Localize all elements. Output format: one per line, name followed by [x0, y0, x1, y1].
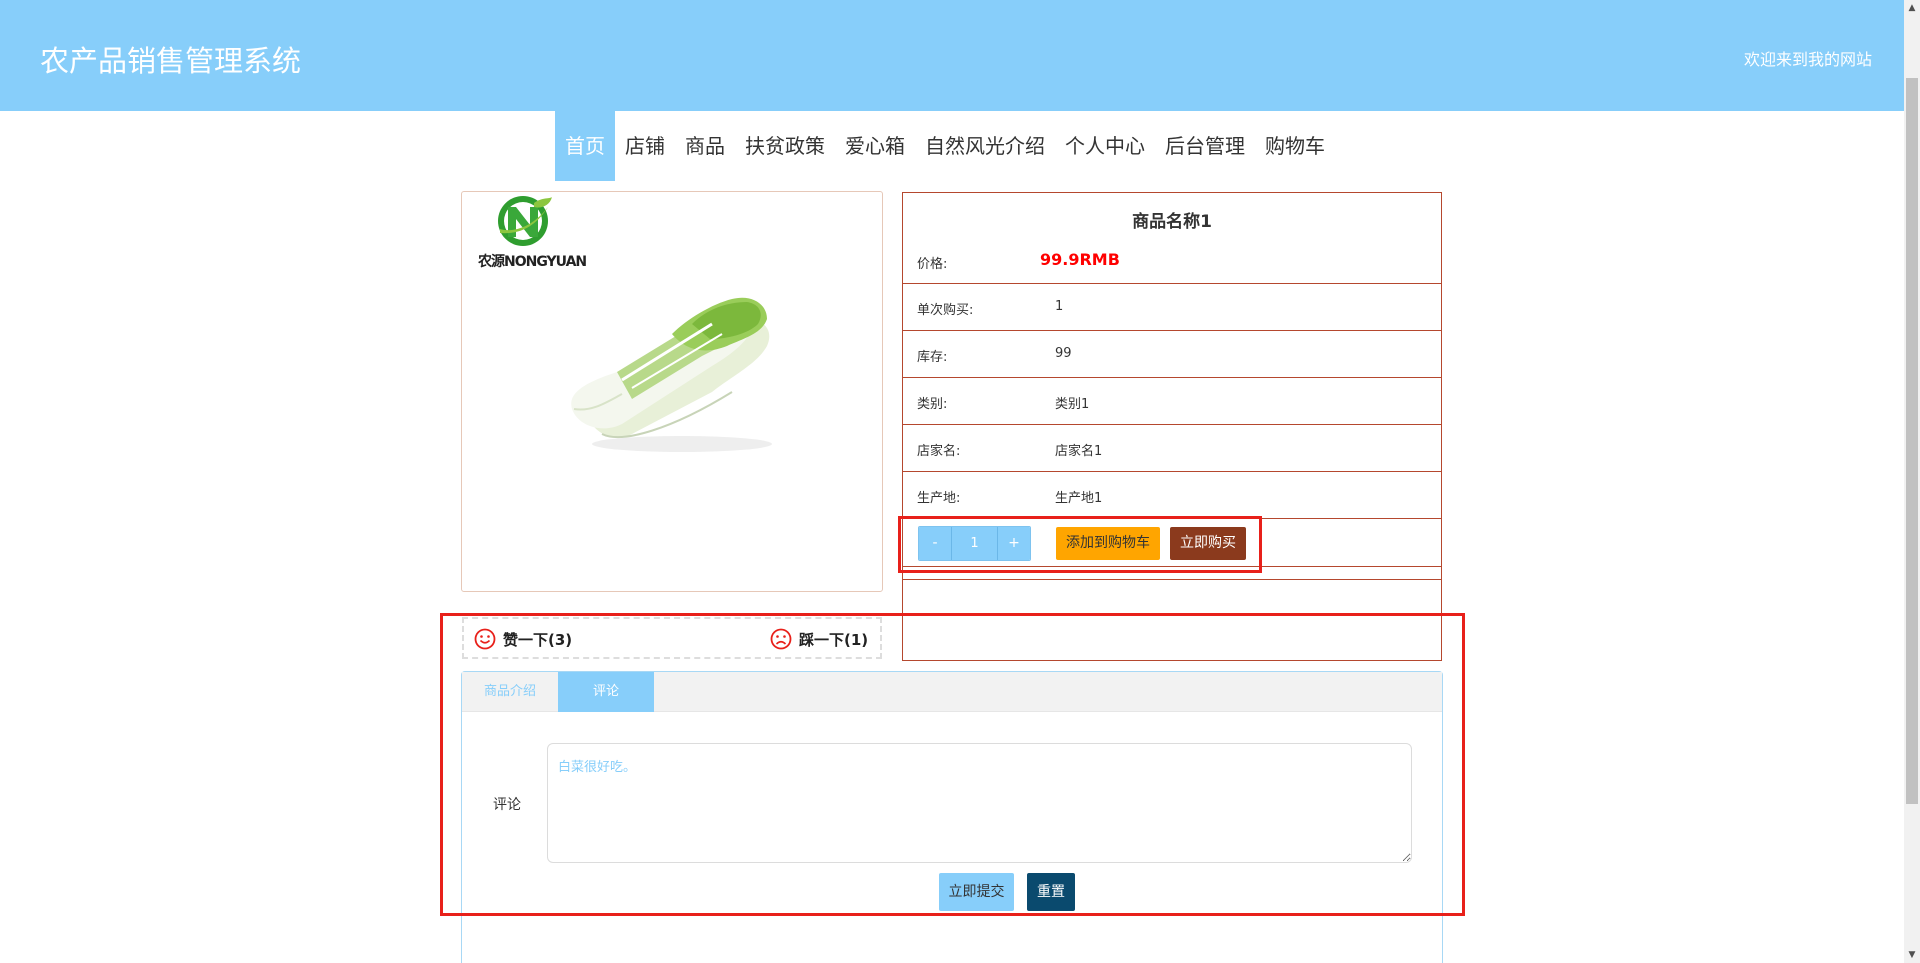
buy-now-button[interactable]: 立即购买	[1170, 527, 1246, 560]
reset-button[interactable]: 重置	[1027, 873, 1075, 911]
scroll-up-icon[interactable]: ▲	[1904, 0, 1920, 16]
detail-row: 单次购买: 1	[903, 284, 1441, 331]
detail-value: 生产地1	[1055, 491, 1103, 506]
nav-item-shops[interactable]: 店铺	[615, 111, 675, 181]
detail-label: 店家名:	[917, 444, 961, 459]
detail-row: 店家名: 店家名1	[903, 425, 1441, 472]
site-header: 农产品销售管理系统 欢迎来到我的网站	[0, 0, 1904, 111]
detail-value: 类别1	[1055, 397, 1090, 412]
nav-item-home[interactable]: 首页	[555, 111, 615, 181]
quantity-minus-button[interactable]: -	[919, 527, 951, 560]
spacer-row	[903, 567, 1441, 580]
product-tabs: 商品介绍 评论 评论 白菜很好吃。 立即提交 重置	[461, 671, 1443, 963]
nav-item-love-box[interactable]: 爱心箱	[835, 111, 915, 181]
price-value: 99.9RMB	[1040, 250, 1120, 269]
scroll-thumb[interactable]	[1906, 78, 1918, 804]
page-scrollbar[interactable]: ▲ ▼	[1904, 0, 1920, 963]
comment-label: 评论	[493, 797, 521, 813]
frown-icon	[770, 628, 792, 650]
site-title: 农产品销售管理系统	[40, 44, 302, 78]
price-row: 价格: 99.9RMB	[903, 193, 1441, 284]
nav-item-poverty-policy[interactable]: 扶贫政策	[735, 111, 835, 181]
product-image[interactable]	[562, 284, 802, 464]
price-label: 价格:	[917, 257, 948, 272]
nav-item-profile[interactable]: 个人中心	[1055, 111, 1155, 181]
submit-button[interactable]: 立即提交	[939, 873, 1014, 911]
detail-value: 99	[1055, 346, 1072, 361]
nav-item-cart[interactable]: 购物车	[1255, 111, 1335, 181]
product-detail: 商品名称1 价格: 99.9RMB 单次购买: 1 库存: 99 类别: 类别1…	[902, 192, 1442, 661]
like-button[interactable]: 赞一下(3)	[474, 628, 572, 650]
detail-row: 生产地: 生产地1	[903, 472, 1441, 519]
detail-label: 库存:	[917, 350, 948, 365]
dislike-button[interactable]: 踩一下(1)	[770, 628, 868, 650]
like-label: 赞一下(3)	[503, 630, 573, 649]
scroll-down-icon[interactable]: ▼	[1904, 947, 1920, 963]
logo-text: 农源NONGYUAN	[478, 254, 587, 270]
add-to-cart-button[interactable]: 添加到购物车	[1056, 527, 1160, 560]
vote-panel: 赞一下(3) 踩一下(1)	[462, 617, 882, 659]
detail-label: 单次购买:	[917, 303, 974, 318]
nav-item-scenery[interactable]: 自然风光介绍	[915, 111, 1055, 181]
detail-value: 1	[1055, 299, 1064, 314]
product-image-panel: 农源NONGYUAN	[461, 191, 883, 592]
detail-label: 类别:	[917, 397, 948, 412]
tab-comments[interactable]: 评论	[558, 672, 654, 712]
nav-item-admin[interactable]: 后台管理	[1155, 111, 1255, 181]
quantity-plus-button[interactable]: +	[998, 527, 1030, 560]
detail-label: 生产地:	[917, 491, 961, 506]
nav-item-products[interactable]: 商品	[675, 111, 735, 181]
quantity-stepper: - 1 +	[918, 526, 1031, 561]
detail-row: 类别: 类别1	[903, 378, 1441, 425]
dislike-label: 踩一下(1)	[799, 630, 869, 649]
welcome-text: 欢迎来到我的网站	[1743, 50, 1872, 69]
smile-icon	[474, 628, 496, 650]
tab-bar: 商品介绍 评论	[462, 672, 1442, 712]
quantity-input[interactable]: 1	[951, 527, 998, 560]
detail-row: 库存: 99	[903, 331, 1441, 378]
tab-product-intro[interactable]: 商品介绍	[462, 672, 558, 712]
detail-value: 店家名1	[1055, 444, 1103, 459]
comment-textarea[interactable]: 白菜很好吃。	[547, 743, 1412, 863]
main-nav: 首页 店铺 商品 扶贫政策 爱心箱 自然风光介绍 个人中心 后台管理 购物车	[555, 111, 1335, 181]
